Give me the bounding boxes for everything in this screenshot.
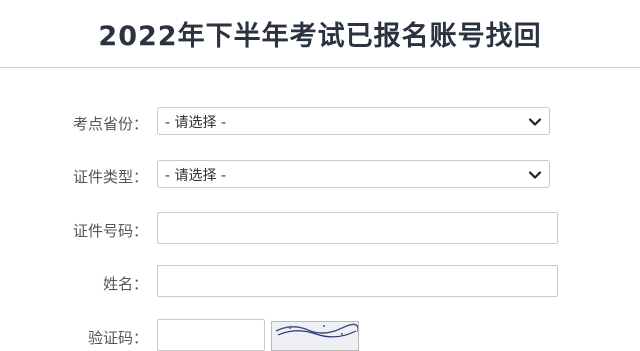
captcha-label: 验证码：	[87, 329, 148, 347]
id-type-row: 证件类型： - 请选择 -	[0, 160, 640, 190]
province-row: 考点省份： - 请选择 -	[0, 107, 640, 137]
province-label: 考点省份：	[72, 115, 148, 133]
province-select[interactable]: - 请选择 -	[157, 107, 550, 135]
captcha-input[interactable]	[157, 319, 265, 351]
province-selected-value: - 请选择 -	[165, 115, 227, 131]
header-divider	[0, 67, 640, 68]
chevron-down-icon	[528, 118, 542, 126]
id-type-select[interactable]: - 请选择 -	[157, 160, 550, 188]
id-number-input[interactable]	[157, 212, 558, 244]
id-type-selected-value: - 请选择 -	[165, 168, 227, 184]
id-number-row: 证件号码：	[0, 212, 640, 244]
chevron-down-icon	[528, 171, 542, 179]
page-title: 2022年下半年考试已报名账号找回	[98, 21, 542, 52]
captcha-row: 验证码：	[0, 319, 640, 351]
id-number-label: 证件号码：	[72, 222, 148, 240]
name-label: 姓名：	[102, 275, 148, 293]
captcha-noise-graphic	[275, 323, 358, 338]
name-row: 姓名：	[0, 265, 640, 297]
captcha-image[interactable]	[271, 321, 359, 351]
name-input[interactable]	[157, 265, 558, 297]
id-type-label: 证件类型：	[72, 168, 148, 186]
